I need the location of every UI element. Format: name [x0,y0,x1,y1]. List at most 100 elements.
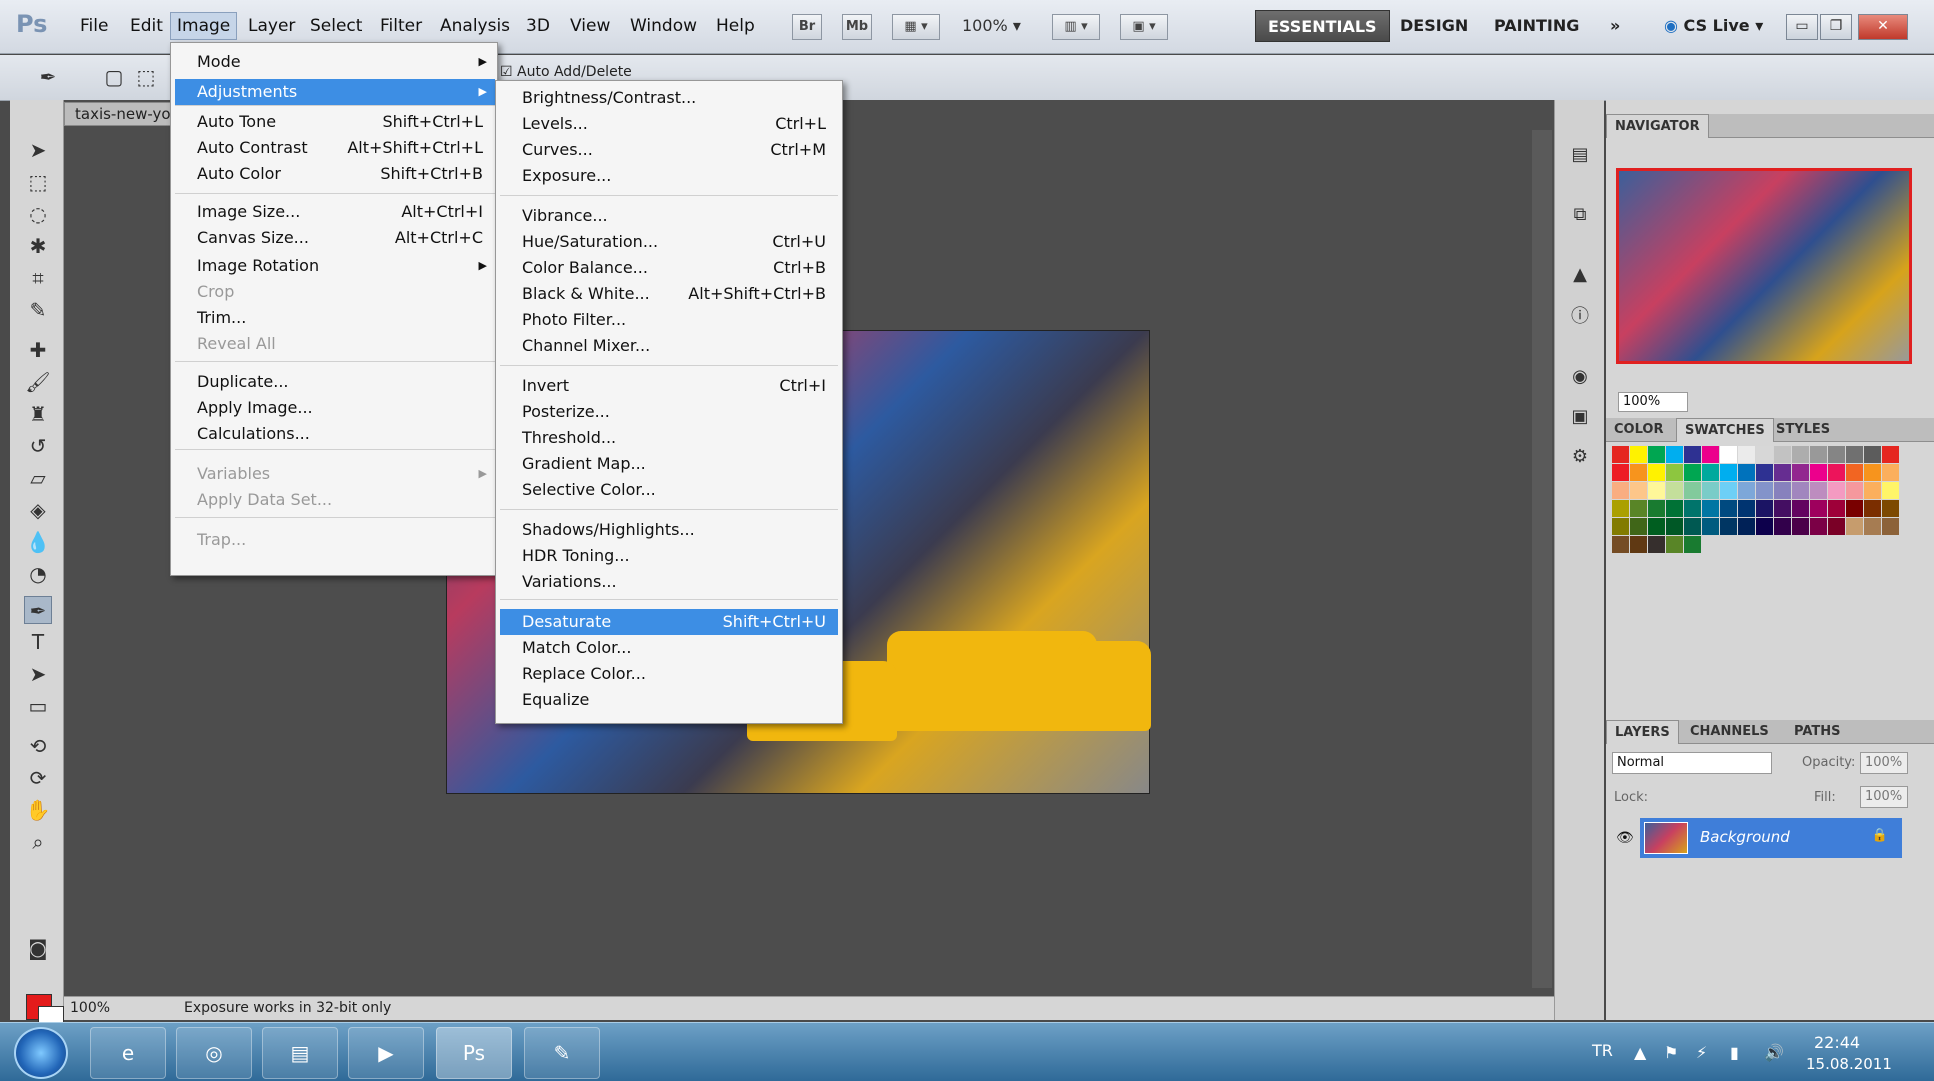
color-swatch[interactable] [1756,446,1773,463]
color-swatch[interactable] [1846,500,1863,517]
rectangle-tool-icon[interactable]: ▭ [24,692,52,720]
adjustment-item-invert[interactable]: Invert Ctrl+I [500,373,838,399]
adjustment-item-gradient-map[interactable]: Gradient Map... [500,451,838,477]
adjustment-item-shadows-highlights[interactable]: Shadows/Highlights... [500,517,838,543]
eraser-tool-icon[interactable]: ▱ [24,464,52,492]
network-icon[interactable]: ▮ [1730,1043,1739,1062]
move-tool-icon[interactable]: ➤ [24,136,52,164]
menu-item-duplicate[interactable]: Duplicate... [175,369,495,395]
zoom-tool-icon[interactable]: ⌕ [24,828,52,856]
adjustment-item-photo-filter[interactable]: Photo Filter... [500,307,838,333]
menu-edit[interactable]: Edit [124,14,169,38]
color-swatch[interactable] [1648,482,1665,499]
view-extras-button[interactable]: ▦ ▾ [892,14,940,40]
paint-icon[interactable]: ✎ [524,1027,600,1079]
pen-tool-icon[interactable]: ✒ [24,596,52,624]
color-swatch[interactable] [1846,518,1863,535]
adjustment-item-brightness-contrast[interactable]: Brightness/Contrast... [500,85,838,111]
color-swatch[interactable] [1810,482,1827,499]
info-icon[interactable]: ⓘ [1567,304,1593,330]
zoom-select[interactable]: 100% ▾ [962,16,1021,35]
clock-time[interactable]: 22:44 [1814,1033,1860,1052]
color-swatch[interactable] [1612,446,1629,463]
status-zoom[interactable]: 100% [70,1000,110,1016]
color-swatch[interactable] [1702,446,1719,463]
color-swatch[interactable] [1882,464,1899,481]
shape-layers-icon[interactable]: ▢ [100,63,128,91]
color-swatch[interactable] [1882,446,1899,463]
paint-bucket-tool-icon[interactable]: ◈ [24,496,52,524]
color-swatch[interactable] [1684,500,1701,517]
color-swatch[interactable] [1756,500,1773,517]
color-swatch[interactable] [1612,500,1629,517]
color-swatch[interactable] [1810,464,1827,481]
color-swatch[interactable] [1864,482,1881,499]
color-swatch[interactable] [1864,518,1881,535]
workspace-painting[interactable]: PAINTING [1482,10,1591,42]
adjustment-item-desaturate[interactable]: Desaturate Shift+Ctrl+U [500,609,838,635]
color-swatch[interactable] [1792,518,1809,535]
color-swatch[interactable] [1846,464,1863,481]
color-swatch[interactable] [1630,500,1647,517]
color-swatch[interactable] [1738,464,1755,481]
menu-file[interactable]: File [74,14,114,38]
volume-icon[interactable]: 🔊 [1764,1043,1784,1062]
menu-item-image-rotation[interactable]: Image Rotation ▶ [175,253,495,279]
menu-filter[interactable]: Filter [374,14,428,38]
adjustment-item-color-balance[interactable]: Color Balance... Ctrl+B [500,255,838,281]
internet-explorer-icon[interactable]: e [90,1027,166,1079]
color-swatch[interactable] [1666,536,1683,553]
color-swatch[interactable] [1828,482,1845,499]
tab-color[interactable]: COLOR [1606,418,1671,442]
color-swatch[interactable] [1828,500,1845,517]
color-swatch[interactable] [1738,518,1755,535]
actions-icon[interactable]: ⚙ [1567,444,1593,470]
color-swatch[interactable] [1774,446,1791,463]
color-swatch[interactable] [1792,464,1809,481]
adjustment-item-posterize[interactable]: Posterize... [500,399,838,425]
brush-tool-icon[interactable]: 🖌 [24,368,52,396]
workspace-design[interactable]: DESIGN [1388,10,1480,42]
color-swatch[interactable] [1882,518,1899,535]
color-swatch[interactable] [1792,482,1809,499]
minibridge-button[interactable]: Mb [842,14,872,40]
color-swatch[interactable] [1648,500,1665,517]
color-swatch[interactable] [1774,500,1791,517]
arrange-documents-button[interactable]: ▥ ▾ [1052,14,1100,40]
menu-item-apply-image[interactable]: Apply Image... [175,395,495,421]
pen-tool-preset-icon[interactable]: ✒ [34,63,62,91]
color-swatch[interactable] [1684,518,1701,535]
color-swatch[interactable] [1666,482,1683,499]
color-swatch[interactable] [1666,500,1683,517]
menu-item-auto-color[interactable]: Auto Color Shift+Ctrl+B [175,161,495,187]
adjustment-item-curves[interactable]: Curves... Ctrl+M [500,137,838,163]
menu-view[interactable]: View [564,14,616,38]
adjustment-item-threshold[interactable]: Threshold... [500,425,838,451]
color-swatch[interactable] [1756,518,1773,535]
color-swatch[interactable] [1684,536,1701,553]
adjustment-item-match-color[interactable]: Match Color... [500,635,838,661]
color-swatch[interactable] [1738,500,1755,517]
color-swatch[interactable] [1846,482,1863,499]
color-swatch[interactable] [1630,482,1647,499]
color-swatch[interactable] [1864,446,1881,463]
menu-item-auto-contrast[interactable]: Auto Contrast Alt+Shift+Ctrl+L [175,135,495,161]
adjustment-item-hue-saturation[interactable]: Hue/Saturation... Ctrl+U [500,229,838,255]
path-selection-tool-icon[interactable]: ➤ [24,660,52,688]
adjustment-item-equalize[interactable]: Equalize [500,687,838,713]
visibility-eye-icon[interactable]: 👁 [1616,830,1634,846]
color-swatch[interactable] [1864,464,1881,481]
restore-button[interactable]: ❐ [1820,14,1852,40]
3d-rotate-tool-icon[interactable]: ⟲ [24,732,52,760]
adjustment-item-hdr-toning[interactable]: HDR Toning... [500,543,838,569]
menu-layer[interactable]: Layer [242,14,301,38]
histogram-icon[interactable]: ▲ [1567,262,1593,288]
color-swatch[interactable] [1612,536,1629,553]
color-swatch[interactable] [1684,446,1701,463]
clone-stamp-tool-icon[interactable]: ♜ [24,400,52,428]
color-swatch[interactable] [1666,464,1683,481]
color-swatch[interactable] [1612,482,1629,499]
opacity-field[interactable]: 100% [1860,752,1908,774]
color-swatch[interactable] [1810,518,1827,535]
marquee-tool-icon[interactable]: ⬚ [24,168,52,196]
